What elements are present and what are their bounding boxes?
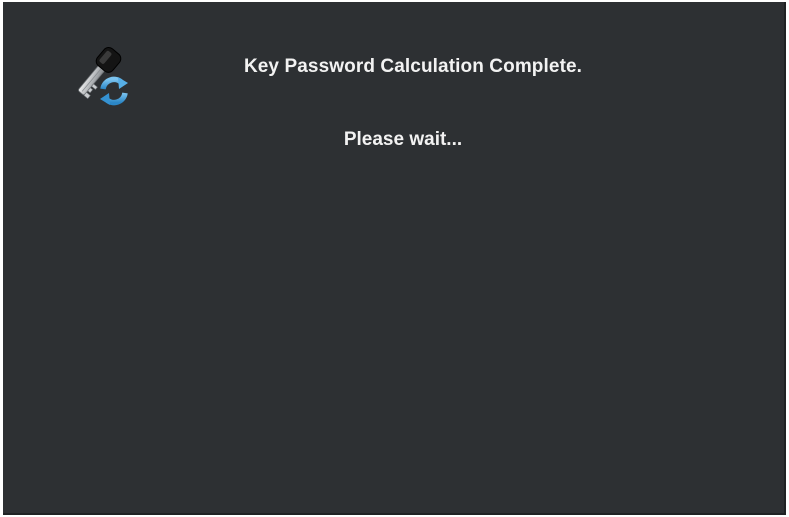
status-message: Please wait... [343, 129, 463, 150]
key-refresh-icon [65, 42, 135, 108]
status-screen: Key Password Calculation Complete. Pleas… [3, 2, 786, 515]
dialog-title: Key Password Calculation Complete. [243, 56, 583, 77]
